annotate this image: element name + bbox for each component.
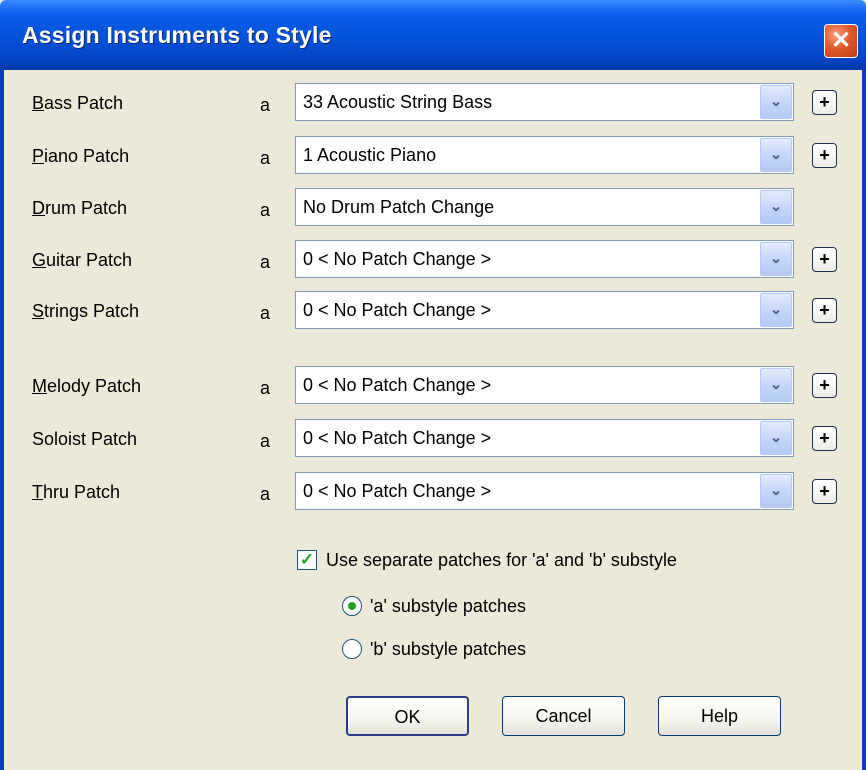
strings-dropdown-button[interactable]: ⌄ (760, 293, 792, 327)
piano-patch-value: 1 Acoustic Piano (303, 145, 437, 165)
help-button[interactable]: Help (658, 696, 781, 736)
guitar-patch-select[interactable]: 0 < No Patch Change > ⌄ (295, 240, 794, 278)
piano-plus-button[interactable]: + (812, 143, 837, 168)
thru-patch-select[interactable]: 0 < No Patch Change > ⌄ (295, 472, 794, 510)
soloist-plus-button[interactable]: + (812, 426, 837, 451)
chevron-down-icon: ⌄ (769, 250, 783, 267)
plus-icon: + (819, 145, 830, 165)
chevron-down-icon: ⌄ (769, 93, 783, 110)
radio-a-substyle-label[interactable]: 'a' substyle patches (370, 596, 526, 617)
chevron-down-icon: ⌄ (769, 301, 783, 318)
thru-patch-label: Thru Patch (32, 482, 121, 502)
drum-patch-label: Drum Patch (32, 198, 128, 218)
drum-substyle-indicator: a (260, 200, 271, 220)
plus-icon: + (819, 249, 830, 269)
window-frame-left (0, 70, 4, 770)
thru-patch-value: 0 < No Patch Change > (303, 481, 492, 501)
strings-patch-select[interactable]: 0 < No Patch Change > ⌄ (295, 291, 794, 329)
chevron-down-icon: ⌄ (769, 198, 783, 215)
radio-b-substyle[interactable] (342, 639, 362, 659)
plus-icon: + (819, 375, 830, 395)
help-button-label: Help (700, 706, 739, 726)
radio-a-substyle[interactable] (342, 596, 362, 616)
bass-plus-button[interactable]: + (812, 90, 837, 115)
title-bar[interactable]: Assign Instruments to Style ✕ (0, 0, 866, 70)
bass-dropdown-button[interactable]: ⌄ (760, 85, 792, 119)
drum-patch-select[interactable]: No Drum Patch Change ⌄ (295, 188, 794, 226)
melody-substyle-indicator: a (260, 378, 271, 398)
strings-substyle-indicator: a (260, 303, 271, 323)
radio-selected-dot (348, 602, 356, 610)
chevron-down-icon: ⌄ (769, 482, 783, 499)
plus-icon: + (819, 92, 830, 112)
thru-substyle-indicator: a (260, 484, 271, 504)
piano-substyle-indicator: a (260, 148, 271, 168)
strings-plus-button[interactable]: + (812, 298, 837, 323)
bass-substyle-indicator: a (260, 95, 271, 115)
chevron-down-icon: ⌄ (769, 376, 783, 393)
ok-button-label: OK (394, 707, 421, 727)
separate-patches-label[interactable]: Use separate patches for 'a' and 'b' sub… (326, 550, 677, 571)
radio-b-substyle-label[interactable]: 'b' substyle patches (370, 639, 526, 660)
melody-dropdown-button[interactable]: ⌄ (760, 368, 792, 402)
melody-plus-button[interactable]: + (812, 373, 837, 398)
soloist-substyle-indicator: a (260, 431, 271, 451)
bass-patch-select[interactable]: 33 Acoustic String Bass ⌄ (295, 83, 794, 121)
bass-patch-label: Bass Patch (32, 93, 124, 113)
cancel-button-label: Cancel (535, 706, 592, 726)
plus-icon: + (819, 300, 830, 320)
strings-patch-label: Strings Patch (32, 301, 140, 321)
melody-patch-value: 0 < No Patch Change > (303, 375, 492, 395)
chevron-down-icon: ⌄ (769, 146, 783, 163)
guitar-dropdown-button[interactable]: ⌄ (760, 242, 792, 276)
piano-patch-label: Piano Patch (32, 146, 130, 166)
thru-dropdown-button[interactable]: ⌄ (760, 474, 792, 508)
checkmark-icon: ✓ (299, 550, 315, 569)
guitar-patch-label: Guitar Patch (32, 250, 133, 270)
drum-dropdown-button[interactable]: ⌄ (760, 190, 792, 224)
assign-instruments-dialog: Assign Instruments to Style ✕ Bass Patch… (0, 0, 866, 770)
close-button[interactable]: ✕ (824, 24, 858, 58)
window-frame-right (862, 70, 866, 770)
soloist-patch-value: 0 < No Patch Change > (303, 428, 492, 448)
close-icon: ✕ (830, 27, 852, 54)
piano-patch-select[interactable]: 1 Acoustic Piano ⌄ (295, 136, 794, 174)
bass-patch-value: 33 Acoustic String Bass (303, 92, 493, 112)
guitar-substyle-indicator: a (260, 252, 271, 272)
melody-patch-label: Melody Patch (32, 376, 142, 396)
dialog-title: Assign Instruments to Style (22, 22, 332, 48)
strings-patch-value: 0 < No Patch Change > (303, 300, 492, 320)
soloist-dropdown-button[interactable]: ⌄ (760, 421, 792, 455)
soloist-patch-label: Soloist Patch (32, 429, 138, 449)
cancel-button[interactable]: Cancel (502, 696, 625, 736)
guitar-patch-value: 0 < No Patch Change > (303, 249, 492, 269)
separate-patches-checkbox[interactable]: ✓ (297, 550, 317, 570)
soloist-patch-select[interactable]: 0 < No Patch Change > ⌄ (295, 419, 794, 457)
thru-plus-button[interactable]: + (812, 479, 837, 504)
guitar-plus-button[interactable]: + (812, 247, 837, 272)
piano-dropdown-button[interactable]: ⌄ (760, 138, 792, 172)
plus-icon: + (819, 428, 830, 448)
chevron-down-icon: ⌄ (769, 429, 783, 446)
melody-patch-select[interactable]: 0 < No Patch Change > ⌄ (295, 366, 794, 404)
ok-button[interactable]: OK (346, 696, 469, 736)
drum-patch-value: No Drum Patch Change (303, 197, 495, 217)
plus-icon: + (819, 481, 830, 501)
